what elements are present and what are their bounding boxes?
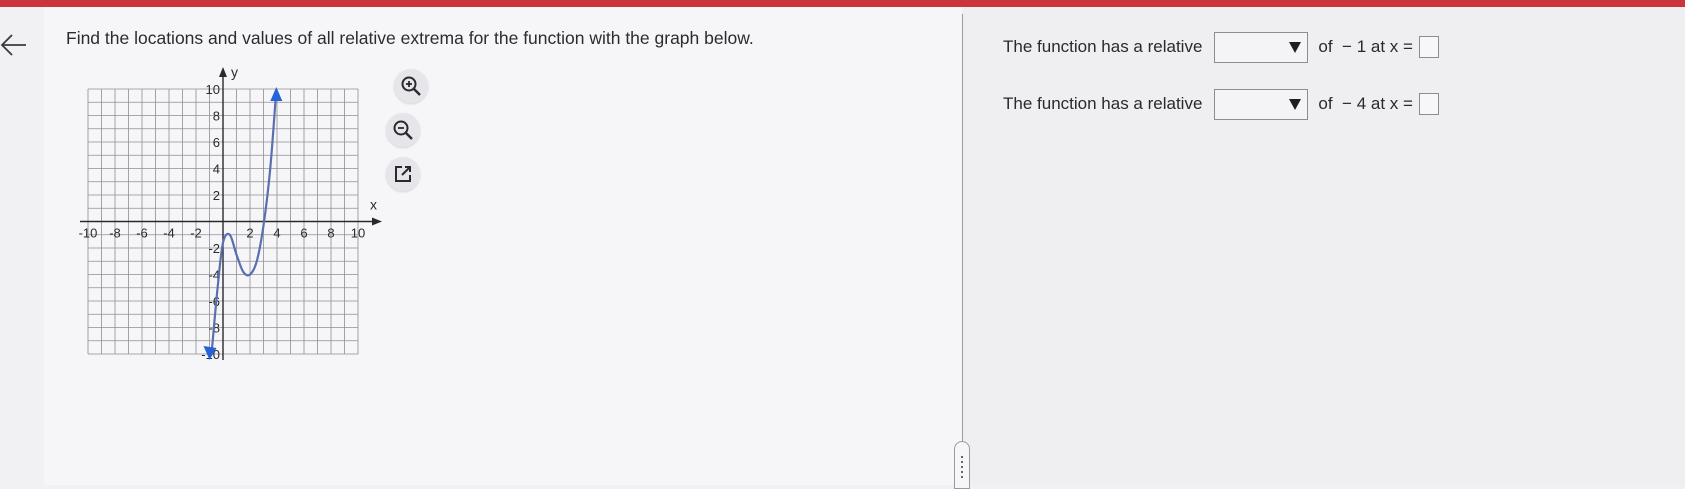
extremum-type-dropdown[interactable] (1214, 88, 1309, 120)
dropdown-caret-icon (1289, 98, 1302, 110)
x-axis-arrow-icon (372, 217, 382, 226)
y-axis-label: y (231, 64, 238, 80)
back-arrow-icon[interactable] (0, 30, 30, 60)
x-tick-label: 4 (273, 226, 280, 241)
answer-row-2: The function has a relative of − 4 at x … (1003, 88, 1439, 120)
grip-dots-icon (961, 456, 963, 478)
question-text: Find the locations and values of all rel… (66, 28, 754, 48)
zoom-in-icon (401, 76, 421, 96)
panel-divider (962, 14, 963, 485)
y-tick-label: 6 (213, 135, 220, 150)
x-tick-label: -8 (109, 226, 121, 241)
x-tick-label: -4 (163, 226, 175, 241)
answer-label: The function has a relative (1003, 94, 1203, 113)
x-tick-label: 2 (246, 226, 253, 241)
at-x-text: at x = (1370, 37, 1413, 56)
zoom-out-icon (393, 120, 413, 140)
y-tick-label: -2 (208, 241, 220, 256)
function-graph: xy -10-8-6-4-2246810108642-2-4-6-8-10 (79, 64, 382, 362)
x-location-input[interactable] (1418, 93, 1439, 115)
x-tick-label: -6 (136, 226, 148, 241)
at-x-text: at x = (1370, 94, 1413, 113)
graph-curve (203, 87, 283, 360)
answer-row-1: The function has a relative of − 1 at x … (1003, 31, 1439, 63)
y-tick-label: 10 (206, 82, 220, 97)
extremum-value: − 4 (1342, 94, 1367, 113)
x-tick-label: 10 (351, 226, 365, 241)
zoom-in-button[interactable] (394, 69, 428, 103)
popout-button[interactable] (386, 157, 420, 191)
x-tick-label: -10 (79, 226, 98, 241)
x-tick-label: -2 (190, 226, 202, 241)
y-tick-label: -6 (208, 294, 220, 309)
answer-label: The function has a relative (1003, 37, 1203, 56)
of-text: of (1318, 37, 1333, 56)
graph-axes: xy (80, 64, 382, 360)
external-link-icon (395, 166, 411, 182)
zoom-out-button[interactable] (386, 113, 420, 147)
y-tick-label: 8 (213, 109, 220, 124)
extremum-type-dropdown[interactable] (1214, 31, 1309, 63)
panel-resize-handle[interactable] (954, 441, 970, 489)
extremum-value: − 1 (1342, 37, 1367, 56)
of-text: of (1318, 94, 1333, 113)
x-location-input[interactable] (1418, 36, 1439, 58)
top-accent-bar (0, 0, 1685, 7)
answer-panel (963, 7, 1685, 485)
y-tick-label: 2 (213, 188, 220, 203)
y-axis-arrow-icon (219, 67, 227, 77)
x-axis-label: x (370, 197, 377, 213)
dropdown-caret-icon (1289, 41, 1302, 53)
x-tick-label: 8 (327, 226, 334, 241)
x-tick-label: 6 (300, 226, 307, 241)
y-tick-label: 4 (213, 162, 220, 177)
